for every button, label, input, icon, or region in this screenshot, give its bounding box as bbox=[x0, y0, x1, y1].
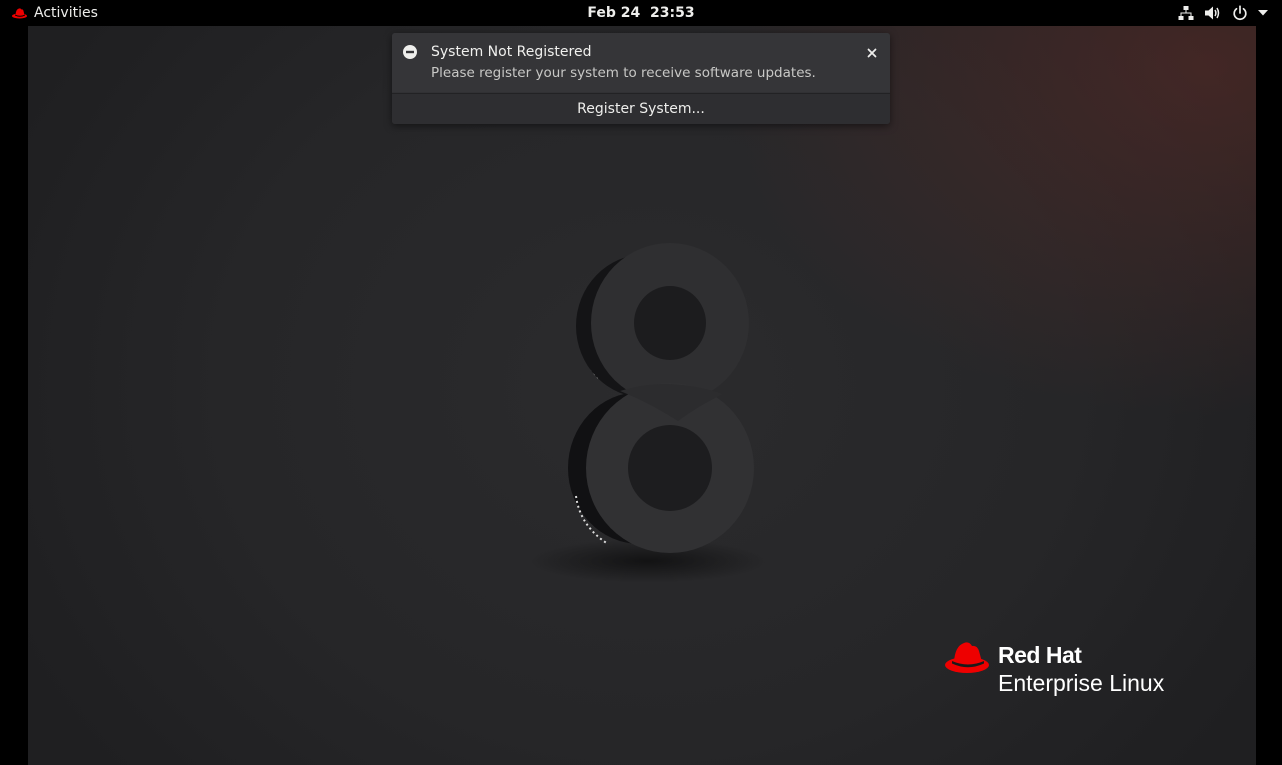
clock[interactable]: Feb 24 23:53 bbox=[541, 0, 741, 26]
register-system-button[interactable]: Register System... bbox=[392, 93, 890, 124]
brand-name-line1: Red Hat bbox=[998, 642, 1082, 668]
clock-time: 23:53 bbox=[650, 5, 695, 21]
volume-icon bbox=[1204, 5, 1222, 21]
screen: Activities Feb 24 23:53 System Not Regis… bbox=[0, 0, 1282, 765]
notification-banner[interactable]: System Not Registered Please register yo… bbox=[392, 33, 890, 124]
red-hat-logo-icon bbox=[944, 640, 992, 680]
notification-body: System Not Registered Please register yo… bbox=[392, 33, 890, 92]
minus-circle-icon bbox=[403, 44, 417, 63]
notification-message: Please register your system to receive s… bbox=[431, 65, 816, 81]
clock-date: Feb 24 bbox=[587, 5, 641, 21]
screen-border-left bbox=[0, 26, 28, 765]
brand-logo: Red Hat Enterprise Linux bbox=[944, 640, 1189, 700]
activities-label: Activities bbox=[34, 5, 98, 21]
top-bar: Activities Feb 24 23:53 bbox=[0, 0, 1282, 26]
brand-name-line2: Enterprise Linux bbox=[998, 670, 1165, 696]
network-wired-icon bbox=[1178, 5, 1194, 21]
close-icon[interactable] bbox=[865, 45, 879, 59]
red-hat-icon bbox=[12, 7, 28, 19]
activities-button[interactable]: Activities bbox=[12, 0, 98, 26]
screen-border-right bbox=[1256, 26, 1282, 765]
power-icon bbox=[1232, 5, 1248, 21]
system-tray[interactable] bbox=[1178, 0, 1268, 26]
menu-arrow-icon bbox=[1258, 10, 1268, 16]
notification-title: System Not Registered bbox=[431, 44, 592, 60]
rhel-8-emblem bbox=[528, 243, 768, 583]
